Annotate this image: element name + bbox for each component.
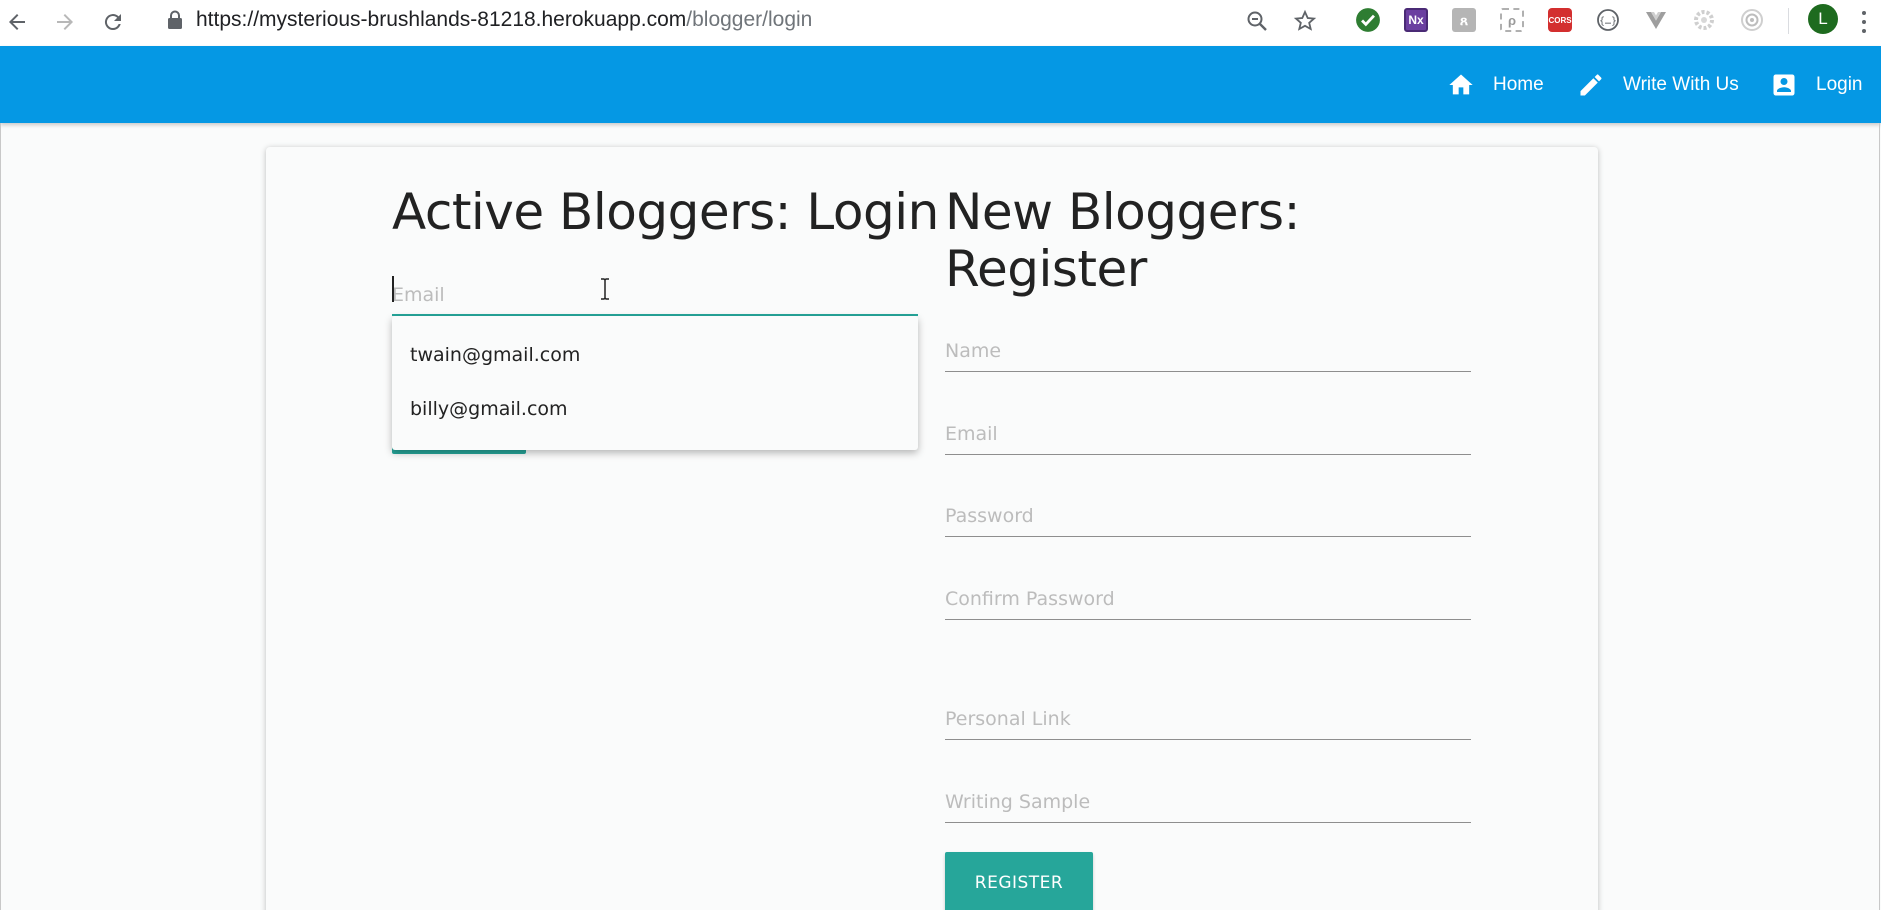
home-icon	[1449, 74, 1473, 94]
register-confirm-password-underline	[945, 619, 1471, 620]
register-name-input[interactable]	[945, 318, 1471, 372]
register-writing-sample-input[interactable]	[945, 769, 1471, 823]
profile-avatar[interactable]: L	[1808, 4, 1838, 34]
nav-login[interactable]: Login	[1770, 46, 1863, 123]
dashed-box-icon: ρ	[1500, 8, 1524, 32]
login-email-input[interactable]	[392, 262, 918, 316]
register-title-line1: New Bloggers:	[945, 183, 1300, 241]
gear-extension-button[interactable]	[1690, 6, 1718, 34]
register-button[interactable]: Register	[945, 852, 1093, 910]
page-border-left	[0, 123, 1, 910]
nx-icon: Nx	[1404, 8, 1428, 32]
nav-home-label: Home	[1493, 73, 1544, 95]
email-autocomplete-dropdown: twain@gmail.com billy@gmail.com	[392, 316, 918, 450]
browser-menu-button[interactable]	[1852, 8, 1876, 36]
register-password-field[interactable]	[945, 483, 1471, 537]
register-confirm-password-field[interactable]	[945, 566, 1471, 620]
braces-icon: {…}	[1597, 9, 1619, 31]
text-caret	[392, 276, 394, 302]
zoom-out-icon	[1247, 11, 1267, 31]
svg-text:{…}: {…}	[1599, 16, 1617, 27]
vue-extension-button[interactable]	[1642, 6, 1670, 34]
register-personal-link-underline	[945, 739, 1471, 740]
zoom-button[interactable]	[1241, 5, 1273, 37]
lock-icon	[168, 10, 182, 29]
reload-button[interactable]	[98, 7, 128, 37]
puzzle-icon: ጸ	[1452, 8, 1476, 32]
register-password-input[interactable]	[945, 483, 1471, 537]
nav-write-with-us[interactable]: Write With Us	[1577, 46, 1739, 123]
dashed-extension-button[interactable]: ρ	[1498, 6, 1526, 34]
register-name-field[interactable]	[945, 318, 1471, 372]
nx-extension-button[interactable]: Nx	[1402, 6, 1430, 34]
reload-icon	[104, 14, 121, 31]
cors-icon: CORS	[1548, 8, 1572, 32]
menu-dot	[1862, 29, 1866, 34]
vue-icon	[1646, 12, 1666, 29]
nav-write-with-us-label: Write With Us	[1623, 73, 1739, 95]
check-extension-button[interactable]	[1354, 6, 1382, 34]
autocomplete-option[interactable]: twain@gmail.com	[392, 328, 918, 382]
arrow-right-icon	[57, 14, 73, 30]
url-path: /blogger/login	[686, 8, 813, 31]
arrow-left-icon	[9, 14, 25, 30]
menu-dot	[1862, 10, 1866, 15]
forward-button[interactable]	[50, 7, 80, 37]
nav-home[interactable]: Home	[1447, 46, 1544, 123]
url-host: https://mysterious-brushlands-81218.hero…	[196, 8, 687, 31]
nav-login-label: Login	[1816, 73, 1863, 95]
bookmark-button[interactable]	[1289, 5, 1321, 37]
braces-extension-button[interactable]: {…}	[1594, 6, 1622, 34]
gear-icon	[1694, 10, 1714, 30]
menu-dot	[1862, 19, 1866, 24]
register-personal-link-input[interactable]	[945, 686, 1471, 740]
pencil-icon	[1580, 73, 1602, 95]
register-password-underline	[945, 536, 1471, 537]
register-email-input[interactable]	[945, 401, 1471, 455]
gray-extension-button[interactable]: ጸ	[1450, 6, 1478, 34]
account-box-icon	[1773, 74, 1795, 95]
address-bar[interactable]: https://mysterious-brushlands-81218.hero…	[196, 6, 812, 34]
autocomplete-option[interactable]: billy@gmail.com	[392, 382, 918, 436]
register-title-line2: Register	[945, 240, 1147, 298]
login-email-field[interactable]	[392, 262, 918, 316]
target-icon	[1741, 9, 1763, 31]
star-icon	[1293, 9, 1317, 31]
register-email-field[interactable]	[945, 401, 1471, 455]
browser-toolbar: https://mysterious-brushlands-81218.hero…	[0, 0, 1881, 46]
register-name-underline	[945, 371, 1471, 372]
register-email-underline	[945, 454, 1471, 455]
check-circle-icon	[1356, 8, 1380, 32]
login-title: Active Bloggers: Login	[392, 183, 939, 241]
register-writing-sample-underline	[945, 822, 1471, 823]
page-border-right	[1879, 123, 1880, 910]
cors-extension-button[interactable]: CORS	[1546, 6, 1574, 34]
back-button[interactable]	[2, 7, 32, 37]
register-confirm-password-input[interactable]	[945, 566, 1471, 620]
register-writing-sample-field[interactable]	[945, 769, 1471, 823]
register-personal-link-field[interactable]	[945, 686, 1471, 740]
register-title: New Bloggers: Register	[945, 184, 1300, 298]
toolbar-divider	[1788, 8, 1789, 34]
target-extension-button[interactable]	[1738, 6, 1766, 34]
ibeam-cursor-icon	[601, 278, 609, 300]
app-navbar: Home Write With Us Login	[0, 46, 1881, 123]
